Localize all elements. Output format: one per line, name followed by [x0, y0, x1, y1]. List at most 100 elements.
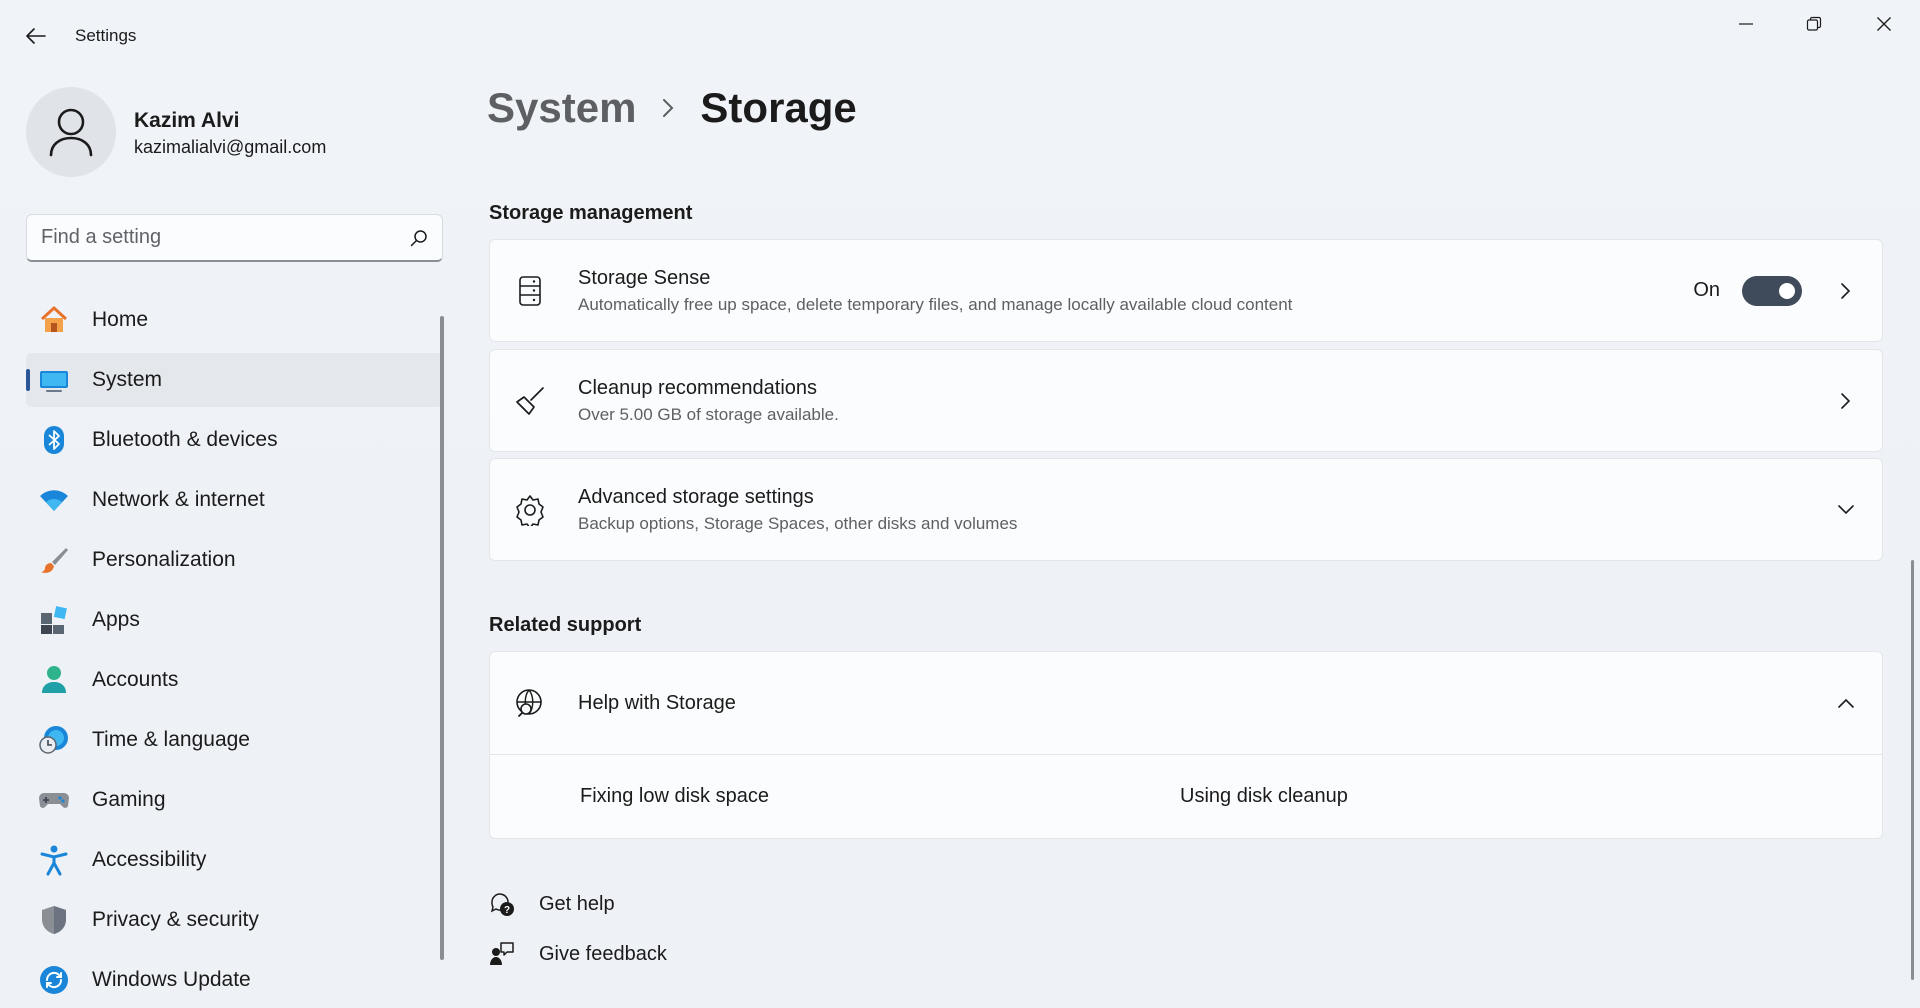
arrow-left-icon: [26, 28, 46, 44]
sidebar-item-label: Privacy & security: [92, 908, 259, 931]
give-feedback-label: Give feedback: [539, 942, 667, 965]
minimize-button[interactable]: [1712, 0, 1780, 48]
restore-button[interactable]: [1780, 0, 1848, 48]
broom-icon: [512, 383, 548, 419]
sidebar-item-personalization[interactable]: Personalization: [26, 533, 443, 587]
storage-sense-card[interactable]: Storage Sense Automatically free up spac…: [489, 239, 1883, 342]
search-box[interactable]: [26, 214, 443, 262]
storage-sense-toggle-group: On: [1693, 275, 1802, 306]
sidebar-item-label: Bluetooth & devices: [92, 428, 278, 451]
breadcrumb: System Storage: [487, 84, 857, 132]
sidebar-item-label: Gaming: [92, 788, 166, 811]
avatar[interactable]: [26, 87, 116, 177]
sidebar-nav: Home System Bluetooth & devices Network …: [26, 293, 443, 1008]
chevron-up-icon[interactable]: [1836, 693, 1856, 713]
back-button[interactable]: [20, 22, 52, 50]
section-heading-related-support: Related support: [489, 614, 642, 636]
shield-icon: [38, 904, 70, 936]
svg-text:?: ?: [504, 905, 510, 916]
globe-clock-icon: [38, 724, 70, 756]
storage-drive-icon: [512, 273, 548, 309]
chevron-down-icon[interactable]: [1836, 500, 1856, 520]
sidebar-item-network[interactable]: Network & internet: [26, 473, 443, 527]
storage-sense-text: Storage Sense Automatically free up spac…: [578, 267, 1292, 315]
minimize-icon: [1739, 23, 1753, 25]
settings-window: Settings Kazim Alvi kazimalialvi@gmail.c…: [0, 0, 1920, 1008]
close-button[interactable]: [1850, 0, 1918, 48]
storage-sense-title: Storage Sense: [578, 266, 711, 289]
accessibility-icon: [38, 844, 70, 876]
give-feedback-link[interactable]: Give feedback: [489, 941, 667, 967]
cleanup-title: Cleanup recommendations: [578, 376, 818, 399]
advanced-storage-description: Backup options, Storage Spaces, other di…: [578, 513, 1018, 533]
home-icon: [38, 304, 70, 336]
sidebar-item-label: Apps: [92, 608, 140, 631]
title-bar: Settings: [0, 0, 1920, 72]
cleanup-recommendations-card[interactable]: Cleanup recommendations Over 5.00 GB of …: [489, 349, 1883, 452]
sidebar-item-label: Accounts: [92, 668, 179, 691]
person-icon: [49, 108, 93, 157]
search-icon[interactable]: [410, 229, 428, 247]
sidebar-item-label: System: [92, 368, 163, 391]
help-link-using-disk-cleanup[interactable]: Using disk cleanup: [1180, 785, 1348, 808]
cleanup-description: Over 5.00 GB of storage available.: [578, 404, 839, 424]
cleanup-text: Cleanup recommendations Over 5.00 GB of …: [578, 377, 839, 425]
get-help-label: Get help: [539, 892, 615, 915]
help-with-storage-title: Help with Storage: [578, 691, 736, 714]
sidebar-item-home[interactable]: Home: [26, 293, 443, 347]
sidebar-item-label: Network & internet: [92, 488, 265, 511]
advanced-storage-title: Advanced storage settings: [578, 485, 814, 508]
user-email: kazimalialvi@gmail.com: [134, 137, 327, 157]
chevron-right-icon[interactable]: [1836, 281, 1856, 301]
help-with-storage-card: Help with Storage Fixing low disk space …: [489, 651, 1883, 839]
sidebar-item-windows-update[interactable]: Windows Update: [26, 953, 443, 1007]
sidebar-item-privacy[interactable]: Privacy & security: [26, 893, 443, 947]
system-icon: [38, 364, 70, 396]
accounts-icon: [38, 664, 70, 696]
gamepad-icon: [38, 784, 70, 816]
feedback-icon: [489, 941, 515, 967]
sidebar-item-time-language[interactable]: Time & language: [26, 713, 443, 767]
advanced-storage-card[interactable]: Advanced storage settings Backup options…: [489, 458, 1883, 561]
bluetooth-icon: [38, 424, 70, 456]
help-chat-icon: ?: [489, 891, 515, 917]
help-with-storage-header[interactable]: Help with Storage: [490, 652, 1882, 754]
storage-sense-description: Automatically free up space, delete temp…: [578, 294, 1293, 314]
apps-icon: [38, 604, 70, 636]
breadcrumb-parent[interactable]: System: [487, 84, 636, 132]
wifi-icon: [38, 484, 70, 516]
gear-icon: [512, 492, 548, 528]
user-name: Kazim Alvi: [134, 109, 240, 132]
advanced-storage-text: Advanced storage settings Backup options…: [578, 486, 1017, 534]
sidebar-item-label: Personalization: [92, 548, 236, 571]
sidebar-item-accessibility[interactable]: Accessibility: [26, 833, 443, 887]
sidebar-item-label: Windows Update: [92, 968, 251, 991]
globe-search-icon: [512, 685, 548, 721]
sidebar-item-label: Accessibility: [92, 848, 207, 871]
main-scrollbar[interactable]: [1911, 560, 1914, 980]
app-title: Settings: [75, 26, 137, 45]
toggle-state-label: On: [1693, 279, 1720, 301]
page-title: Storage: [700, 84, 857, 131]
help-link-fixing-low-disk-space[interactable]: Fixing low disk space: [580, 785, 769, 808]
sidebar-item-apps[interactable]: Apps: [26, 593, 443, 647]
sidebar-item-system[interactable]: System: [26, 353, 443, 407]
chevron-right-icon[interactable]: [1836, 391, 1856, 411]
search-input[interactable]: [41, 226, 410, 249]
update-icon: [38, 964, 70, 996]
section-heading-storage-management: Storage management: [489, 202, 693, 224]
close-icon: [1877, 17, 1891, 31]
sidebar-scrollbar[interactable]: [440, 316, 444, 960]
sidebar-item-label: Time & language: [92, 728, 250, 751]
sidebar-item-label: Home: [92, 308, 149, 331]
restore-icon: [1806, 16, 1822, 31]
sidebar-item-bluetooth[interactable]: Bluetooth & devices: [26, 413, 443, 467]
help-with-storage-text: Help with Storage: [578, 692, 736, 715]
help-links: Fixing low disk space Using disk cleanup: [490, 754, 1882, 838]
get-help-link[interactable]: ? Get help: [489, 891, 615, 917]
storage-sense-toggle[interactable]: [1742, 275, 1802, 306]
sidebar-item-accounts[interactable]: Accounts: [26, 653, 443, 707]
toggle-knob: [1779, 282, 1795, 299]
sidebar-item-gaming[interactable]: Gaming: [26, 773, 443, 827]
chevron-right-icon: [662, 98, 674, 118]
